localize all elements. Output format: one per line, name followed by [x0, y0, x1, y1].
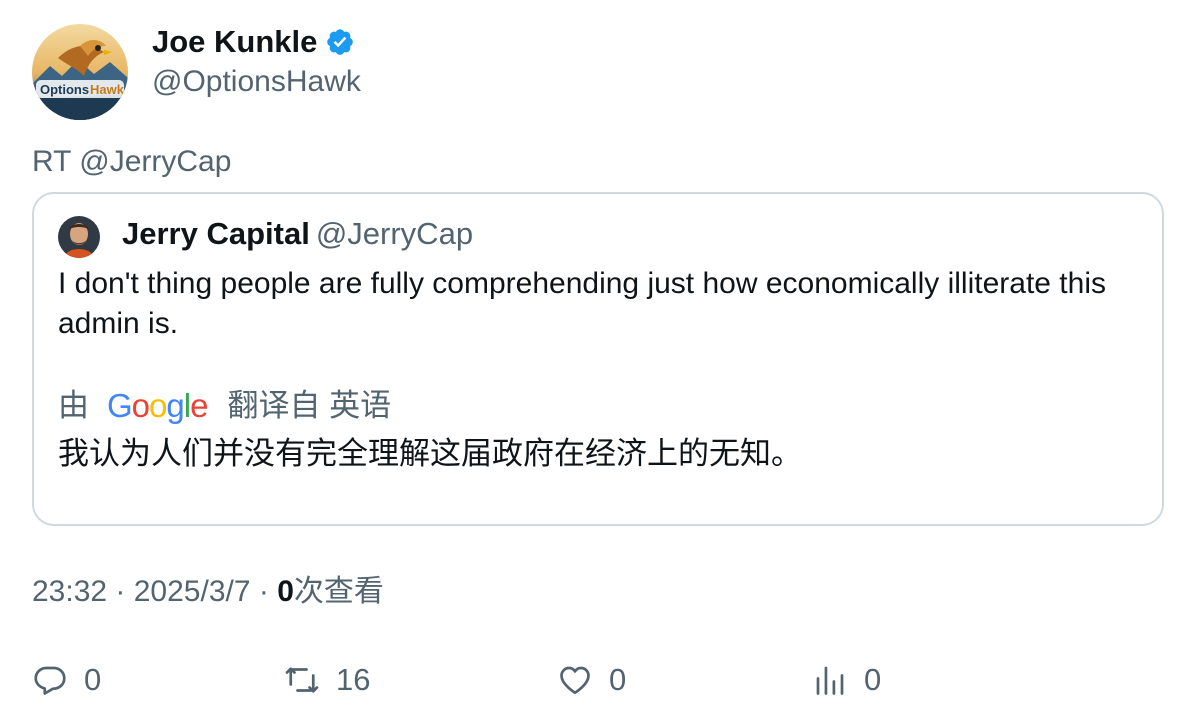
like-button[interactable]: 0 [557, 658, 626, 702]
quoted-author-avatar[interactable] [58, 216, 100, 258]
translation-suffix: 翻译自 英语 [227, 388, 392, 423]
reply-count: 0 [84, 662, 102, 697]
quoted-header: Jerry Capital @JerryCap [122, 214, 473, 254]
like-count: 0 [609, 662, 627, 697]
author-name-text[interactable]: Joe Kunkle [152, 22, 317, 62]
retweet-count: 16 [336, 662, 371, 697]
meta-separator: · [250, 575, 278, 608]
google-logo: Google [107, 387, 208, 424]
author-name[interactable]: Joe Kunkle [152, 22, 355, 62]
views-button[interactable]: 0 [812, 658, 881, 702]
verified-badge-icon [327, 29, 354, 55]
hawk-avatar-image: Options Hawk [32, 24, 128, 120]
reply-button[interactable]: 0 [32, 658, 101, 702]
meta-separator: · [107, 575, 134, 608]
tweet-time[interactable]: 23:32 [32, 575, 107, 608]
action-bar: 0 16 0 0 [0, 658, 1196, 702]
svg-text:Options: Options [40, 82, 89, 97]
retweet-button[interactable]: 16 [284, 658, 370, 702]
analytics-icon [816, 666, 844, 695]
heart-icon [560, 666, 590, 695]
reply-icon [34, 666, 66, 695]
quoted-tweet-text: I don't thing people are fully comprehen… [58, 267, 1106, 340]
quoted-tweet-card[interactable]: Jerry Capital @JerryCap I don't thing peo… [32, 192, 1164, 526]
translation-attribution: 由 Google 翻译自 英语 [58, 386, 391, 426]
views-label: 次查看 [293, 575, 384, 608]
author-avatar[interactable]: Options Hawk [32, 24, 128, 120]
retweet-line: RT @JerryCap [32, 145, 232, 178]
retweet-icon [285, 667, 319, 693]
quoted-author-handle[interactable]: @JerryCap [316, 216, 473, 251]
person-avatar-image [58, 216, 100, 258]
translation-prefix: 由 [58, 388, 89, 423]
translated-text: 我认为人们并没有完全理解这届政府在经济上的无知。 [58, 436, 802, 471]
svg-text:Hawk: Hawk [90, 82, 125, 97]
tweet-date[interactable]: 2025/3/7 [134, 575, 251, 608]
quoted-author-name[interactable]: Jerry Capital [122, 216, 310, 251]
views-action-count: 0 [864, 662, 882, 697]
tweet-meta: 23:32 · 2025/3/7 · 0次查看 [32, 572, 384, 612]
author-handle[interactable]: @OptionsHawk [152, 62, 361, 102]
views-count: 0 [277, 575, 294, 608]
